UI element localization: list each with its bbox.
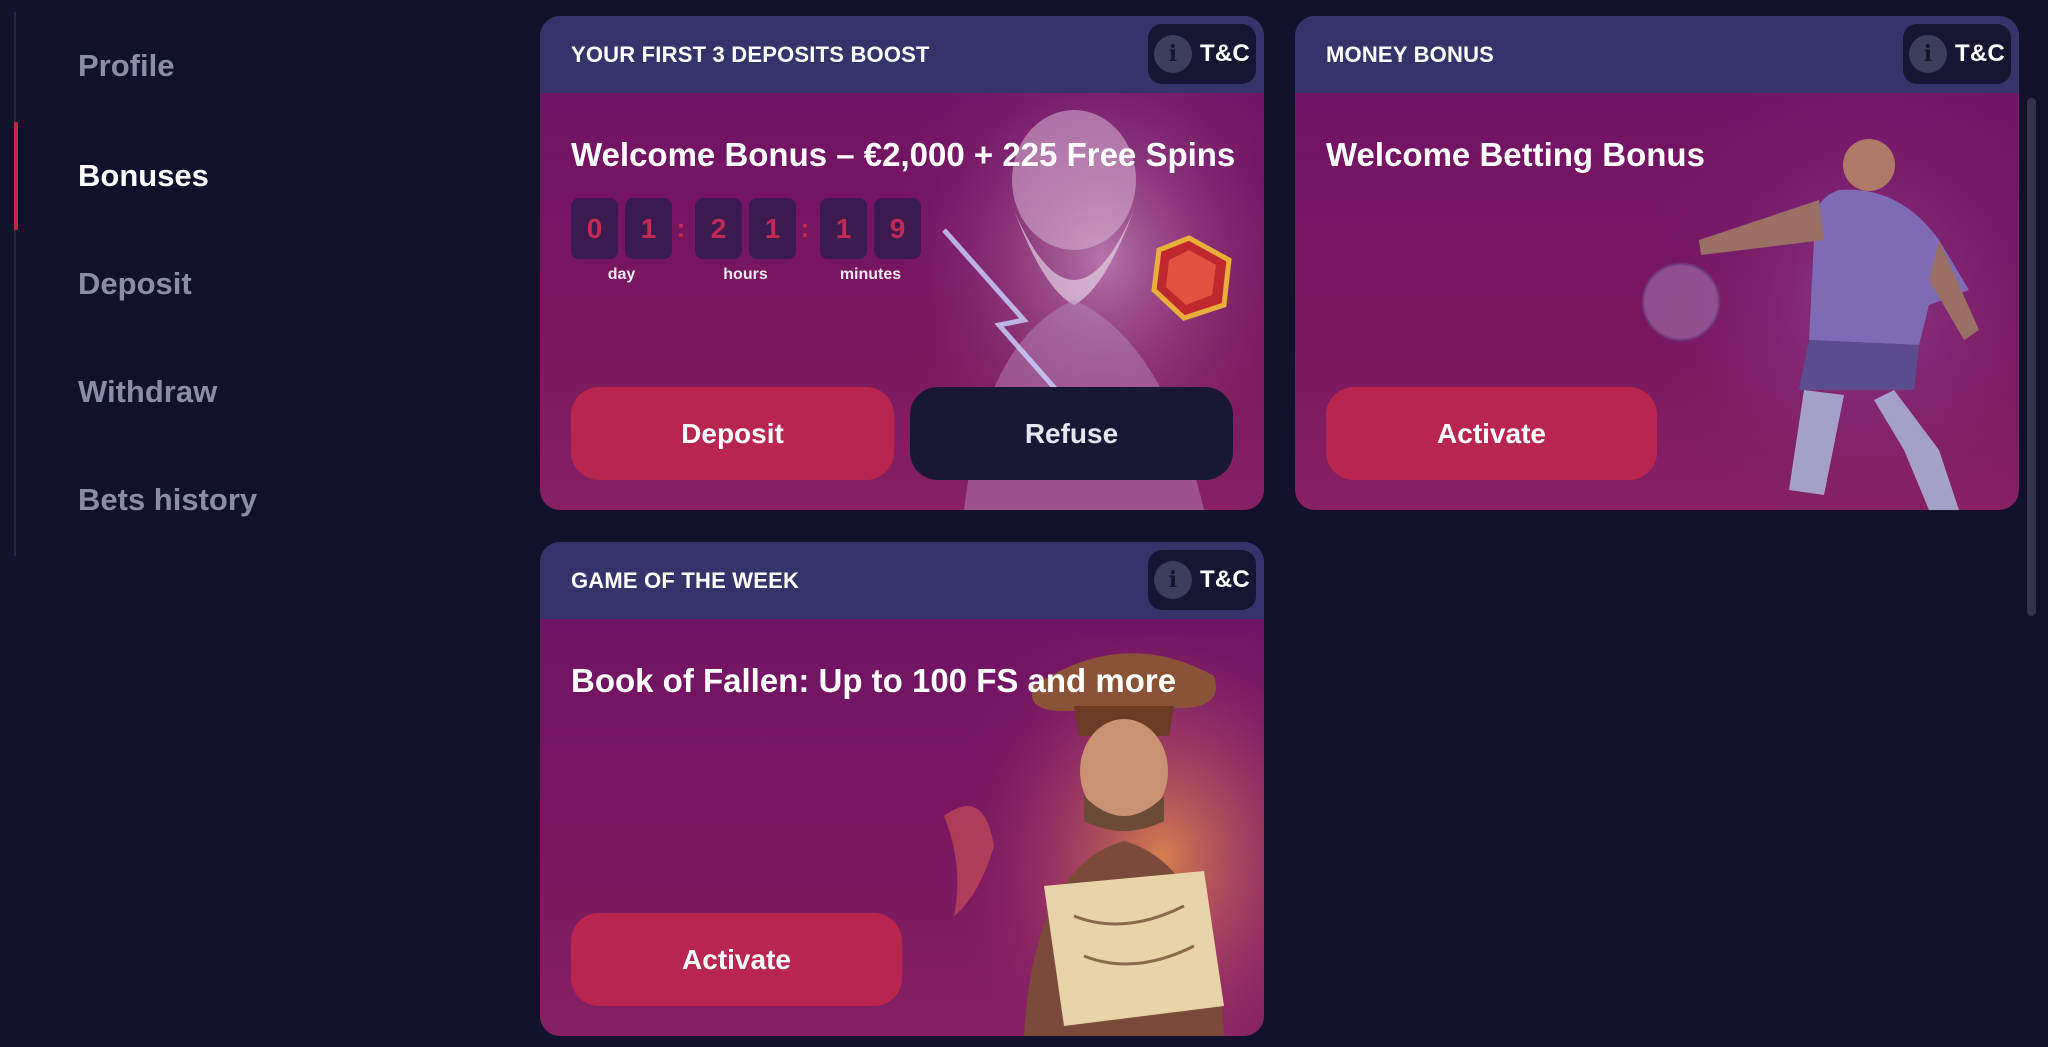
refuse-button[interactable]: Refuse	[910, 387, 1233, 480]
sidebar-item-bonuses[interactable]: Bonuses	[14, 122, 376, 230]
countdown-separator: :	[800, 213, 810, 243]
sidebar-item-bets-history[interactable]: Bets history	[16, 446, 376, 554]
scrollbar[interactable]	[2027, 98, 2036, 616]
terms-button[interactable]: i T&C	[1903, 24, 2011, 84]
deposit-button[interactable]: Deposit	[571, 387, 894, 480]
bonus-title: Book of Fallen: Up to 100 FS and more	[571, 662, 1177, 699]
terms-label: T&C	[1200, 566, 1250, 593]
card-header-title: YOUR FIRST 3 DEPOSITS BOOST	[571, 41, 930, 67]
countdown-digit: 0	[571, 198, 618, 259]
terms-button[interactable]: i T&C	[1148, 550, 1256, 610]
sidebar-item-label: Profile	[78, 48, 175, 83]
card-header: YOUR FIRST 3 DEPOSITS BOOST i T&C	[540, 16, 1264, 93]
info-icon: i	[1909, 35, 1947, 73]
bonus-title: Welcome Bonus – €2,000 + 225 Free Spins	[571, 136, 1236, 173]
card-header-title: GAME OF THE WEEK	[571, 567, 800, 593]
info-icon: i	[1154, 561, 1192, 599]
bonus-title: Welcome Betting Bonus	[1326, 136, 1705, 173]
countdown-digit: 2	[695, 198, 742, 259]
terms-label: T&C	[1955, 40, 2005, 67]
bonus-card-game-of-the-week: GAME OF THE WEEK i T&C Book of Fallen: U…	[540, 542, 1264, 1036]
countdown-digit: 9	[874, 198, 921, 259]
sidebar-item-withdraw[interactable]: Withdraw	[16, 338, 376, 446]
sidebar-item-profile[interactable]: Profile	[16, 12, 376, 120]
card-header: GAME OF THE WEEK i T&C	[540, 542, 1264, 619]
info-icon: i	[1154, 35, 1192, 73]
sidebar-item-label: Withdraw	[78, 374, 218, 409]
terms-button[interactable]: i T&C	[1148, 24, 1256, 84]
sidebar-item-label: Bonuses	[78, 158, 209, 193]
sidebar-item-label: Bets history	[78, 482, 258, 517]
countdown-digit: 1	[749, 198, 796, 259]
bonus-card-money-bonus: MONEY BONUS i T&C Welcome Betting Bonus …	[1295, 16, 2019, 510]
countdown-separator: :	[676, 213, 686, 243]
card-header: MONEY BONUS i T&C	[1295, 16, 2019, 93]
countdown-label-minutes: minutes	[839, 266, 902, 283]
countdown-digit: 1	[820, 198, 867, 259]
countdown-label-day: day	[607, 266, 636, 283]
terms-label: T&C	[1200, 40, 1250, 67]
card-header-title: MONEY BONUS	[1326, 41, 1495, 67]
countdown-label-hours: hours	[723, 266, 768, 283]
activate-button[interactable]: Activate	[571, 913, 902, 1006]
sidebar-nav: Profile Bonuses Deposit Withdraw Bets hi…	[14, 12, 394, 556]
countdown-digit: 1	[625, 198, 672, 259]
sidebar-item-deposit[interactable]: Deposit	[16, 230, 376, 338]
activate-button[interactable]: Activate	[1326, 387, 1657, 480]
bonus-card-deposits-boost: YOUR FIRST 3 DEPOSITS BOOST i T&C Welcom…	[540, 16, 1264, 510]
sidebar-item-label: Deposit	[78, 266, 192, 301]
